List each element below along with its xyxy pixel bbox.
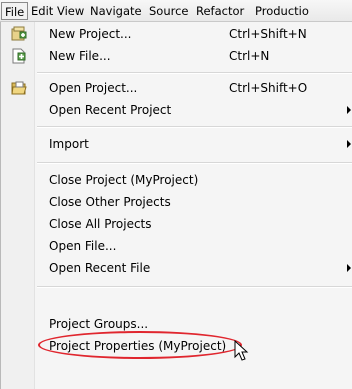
highlight-ring — [38, 331, 242, 359]
menu-separator — [37, 286, 352, 288]
new-file-icon — [11, 48, 27, 64]
menu-item-close-other-projects[interactable]: Close Other Projects — [1, 192, 352, 214]
menu-item-label: Close Project (MyProject) — [49, 173, 199, 187]
menu-item-label: Close All Projects — [49, 217, 152, 231]
menu-item-label: New File... — [49, 49, 111, 63]
menu-production[interactable]: Productio — [255, 4, 309, 18]
menu-edit[interactable]: Edit — [31, 4, 53, 18]
menu-file[interactable]: File — [1, 2, 29, 20]
submenu-arrow-icon — [347, 264, 351, 272]
menu-bar: File Edit View Navigate Source Refactor … — [0, 0, 352, 22]
menu-item-label: Open Recent File — [49, 261, 151, 275]
shortcut-text: Ctrl+Shift+N — [229, 27, 307, 41]
menu-separator — [37, 162, 352, 164]
menu-item-close-project[interactable]: Close Project (MyProject) — [1, 170, 352, 192]
menu-item-new-project[interactable]: New Project... Ctrl+Shift+N — [1, 24, 352, 46]
menu-item-open-recent-project[interactable]: Open Recent Project — [1, 100, 352, 122]
menu-separator — [37, 126, 352, 128]
menu-item-label: Open Project... — [49, 81, 138, 95]
shortcut-text: Ctrl+Shift+O — [229, 81, 308, 95]
menu-item-open-file[interactable]: Open File... — [1, 236, 352, 258]
submenu-arrow-icon — [347, 106, 351, 114]
menu-item-open-recent-file[interactable]: Open Recent File — [1, 258, 352, 280]
menu-item-open-project[interactable]: Open Project... Ctrl+Shift+O — [1, 78, 352, 100]
new-project-icon — [11, 26, 27, 42]
menu-item-label: New Project... — [49, 27, 132, 41]
menu-item-label: Open File... — [49, 239, 117, 253]
shortcut-text: Ctrl+N — [229, 49, 270, 63]
menu-item-label: Project Groups... — [49, 317, 149, 331]
menu-item-new-file[interactable]: New File... Ctrl+N — [1, 46, 352, 68]
menu-item-import[interactable]: Import — [1, 134, 352, 156]
menu-item-close-all-projects[interactable]: Close All Projects — [1, 214, 352, 236]
submenu-arrow-icon — [347, 140, 351, 148]
menu-item-label: Close Other Projects — [49, 195, 171, 209]
mouse-cursor-icon — [234, 339, 252, 362]
open-project-icon — [11, 80, 27, 96]
menu-view[interactable]: View — [57, 4, 84, 18]
menu-separator — [37, 72, 352, 74]
menu-item-label: Import — [49, 137, 89, 151]
menu-source[interactable]: Source — [149, 4, 189, 18]
menu-navigate[interactable]: Navigate — [90, 4, 142, 18]
menu-item-label: Open Recent Project — [49, 103, 172, 117]
menu-refactor[interactable]: Refactor — [196, 4, 244, 18]
